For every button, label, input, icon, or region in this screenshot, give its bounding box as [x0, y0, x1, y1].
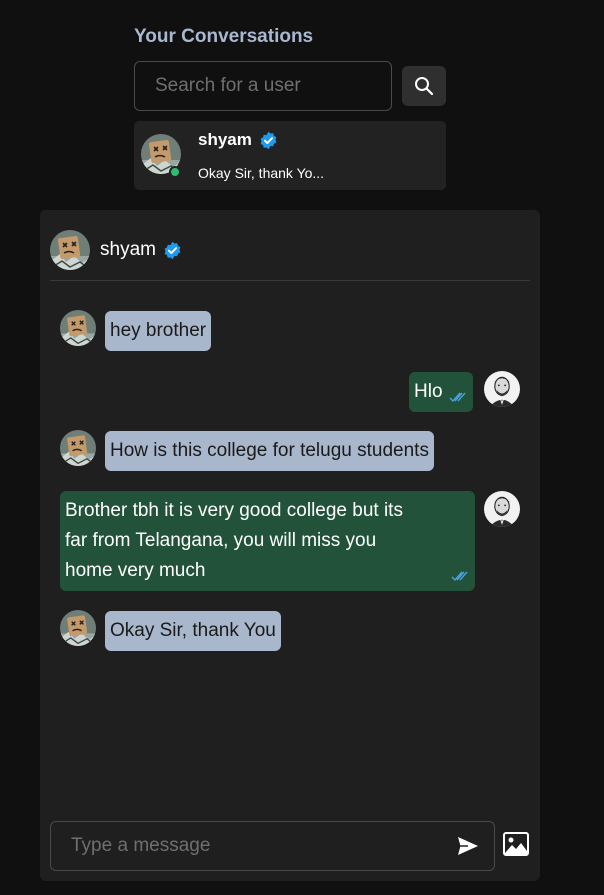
conversations-title: Your Conversations: [134, 26, 314, 47]
message-text-line: Brother tbh it is very good college but …: [65, 500, 403, 521]
message-bubble-outgoing: Brother tbh it is very good college but …: [60, 491, 475, 591]
search-input[interactable]: [134, 61, 392, 111]
send-icon[interactable]: [457, 836, 479, 856]
avatar: [60, 610, 96, 646]
message-bubble-incoming: Okay Sir, thank You: [105, 611, 281, 651]
search-icon: [415, 77, 434, 96]
message-bubble-outgoing: Hlo: [409, 372, 473, 412]
avatar: [484, 371, 520, 407]
image-icon[interactable]: [503, 832, 529, 856]
message-input[interactable]: [51, 822, 446, 870]
double-check-icon: [451, 570, 471, 582]
message-text-line: far from Telangana, you will miss you: [65, 530, 377, 551]
conversation-name: shyam: [198, 130, 252, 149]
chat-panel: shyam hey brother Hlo How is this colleg…: [40, 210, 540, 881]
message-bubble-incoming: hey brother: [105, 311, 212, 351]
chat-header: shyam: [50, 210, 530, 281]
message-text: hey brother: [110, 320, 207, 341]
message-text: Hlo: [414, 381, 443, 402]
online-indicator: [169, 166, 181, 178]
avatar: [60, 430, 96, 466]
message-bubble-incoming: How is this college for telugu students: [105, 431, 434, 471]
chat-contact-name: shyam: [100, 239, 156, 260]
conversation-last-message: Okay Sir, thank Yo...: [198, 165, 325, 181]
conversation-item-shyam[interactable]: shyam Okay Sir, thank Yo...: [134, 121, 446, 190]
chat-header-name-row: shyam: [100, 239, 182, 261]
conversation-name-row: shyam: [198, 130, 278, 150]
verified-badge-icon: [163, 241, 182, 260]
message-composer: [50, 821, 495, 871]
double-check-icon: [449, 391, 469, 403]
message-text: Okay Sir, thank You: [110, 620, 276, 641]
message-text: How is this college for telugu students: [110, 440, 429, 461]
avatar: [50, 230, 90, 270]
search-button[interactable]: [402, 66, 446, 106]
avatar: [60, 310, 96, 346]
avatar: [484, 491, 520, 527]
verified-badge-icon: [259, 131, 278, 150]
message-text-line: home very much: [65, 560, 206, 581]
